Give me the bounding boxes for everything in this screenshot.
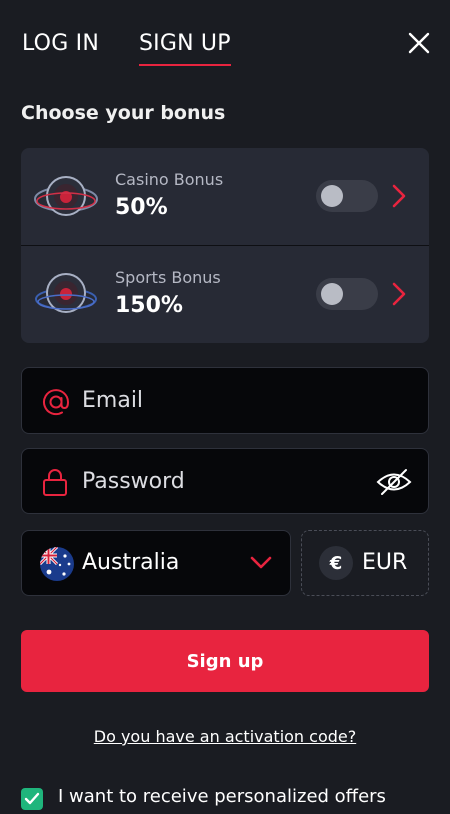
at-icon: [43, 389, 70, 416]
lock-icon: [43, 469, 67, 496]
chevron-down-icon: [250, 556, 272, 569]
bonus-panel: Casino Bonus 50% Sports Bonus 150%: [21, 148, 429, 343]
password-field-container: [21, 448, 429, 514]
bonus-name: Casino Bonus: [115, 170, 224, 189]
check-icon: [24, 792, 40, 805]
password-input[interactable]: [82, 449, 382, 513]
bonus-chevron-icon[interactable]: [391, 183, 407, 209]
close-icon[interactable]: [408, 32, 430, 54]
activation-code-link[interactable]: Do you have an activation code?: [0, 727, 450, 746]
offers-checkbox[interactable]: [21, 788, 43, 810]
auth-tabs: LOG IN SIGN UP: [22, 30, 231, 66]
euro-icon: €: [319, 546, 353, 580]
toggle-knob: [321, 283, 343, 305]
bonus-value: 50%: [115, 195, 168, 220]
section-title: Choose your bonus: [21, 102, 226, 124]
bonus-value: 150%: [115, 293, 183, 318]
offers-label: I want to receive personalized offers: [58, 786, 386, 807]
country-select[interactable]: Australia: [21, 530, 291, 596]
tab-signup[interactable]: SIGN UP: [138, 30, 231, 66]
bonus-name: Sports Bonus: [115, 268, 221, 287]
toggle-knob: [321, 185, 343, 207]
email-field-container: [21, 367, 429, 434]
sports-bonus-image: [35, 273, 97, 313]
sports-bonus-toggle[interactable]: [316, 278, 378, 310]
email-input[interactable]: [82, 368, 382, 433]
tab-login[interactable]: LOG IN: [22, 30, 99, 58]
currency-value: EUR: [362, 550, 408, 575]
australia-flag-icon: [40, 547, 74, 581]
casino-bonus-image: [34, 176, 98, 216]
casino-bonus-toggle[interactable]: [316, 180, 378, 212]
bonus-chevron-icon[interactable]: [391, 281, 407, 307]
bonus-row-casino[interactable]: Casino Bonus 50%: [21, 148, 429, 246]
currency-select[interactable]: € EUR: [301, 530, 429, 596]
country-value: Australia: [82, 550, 180, 575]
bonus-row-sports[interactable]: Sports Bonus 150%: [21, 246, 429, 343]
eye-slash-icon[interactable]: [376, 467, 412, 497]
signup-button[interactable]: Sign up: [21, 630, 429, 692]
